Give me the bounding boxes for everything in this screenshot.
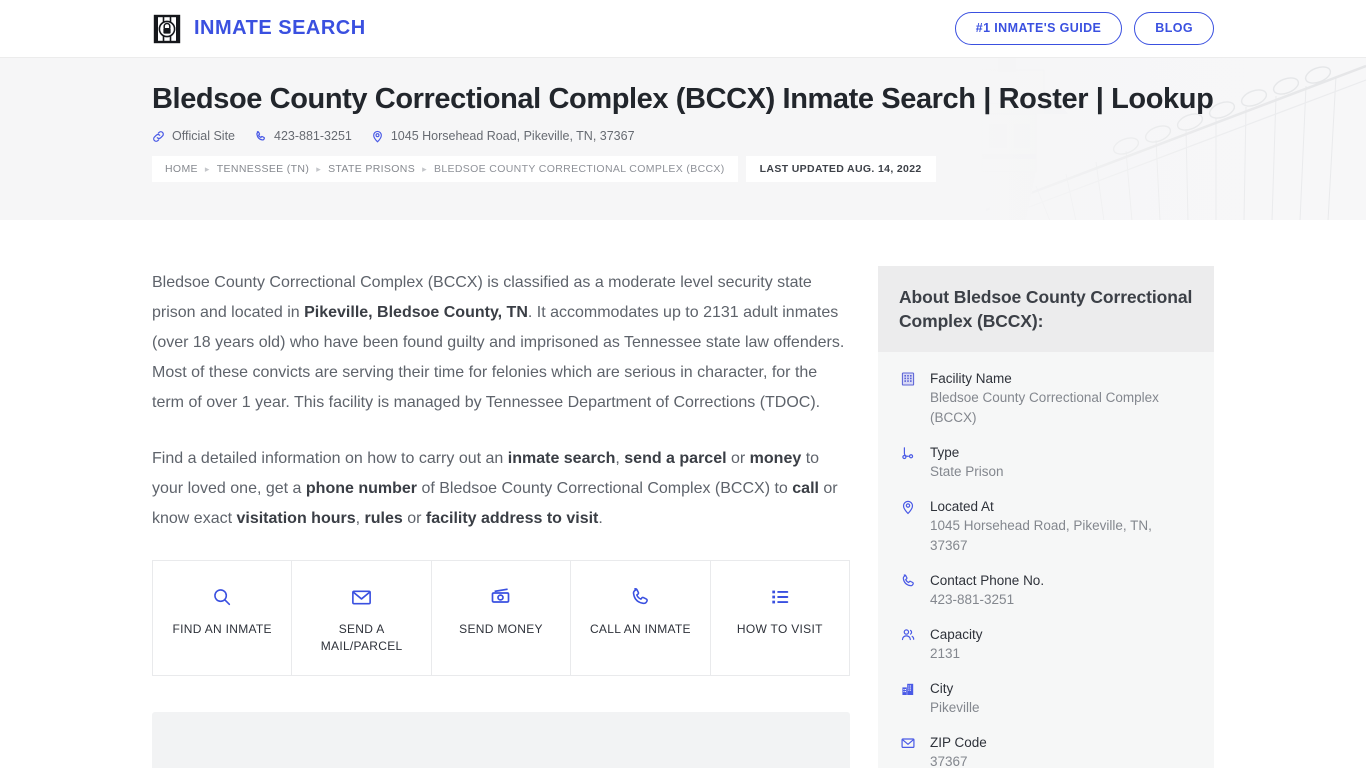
official-site-label: Official Site [172,129,235,144]
facility-phone[interactable]: 423-881-3251 [254,129,352,143]
fact-label: City [930,681,954,696]
quick-actions-strip: FIND AN INMATE SEND A MAIL/PARCEL SEND M… [152,560,850,676]
fact-label: Type [930,445,960,460]
fact-value: 1045 Horsehead Road, Pikeville, TN, 3736… [930,518,1152,553]
map-pin-icon [899,497,917,515]
fact-value: 2131 [930,646,961,661]
official-site-link[interactable]: Official Site [152,129,235,143]
breadcrumb-separator-icon: ▸ [204,163,210,174]
facility-address-label: 1045 Horsehead Road, Pikeville, TN, 3736… [390,129,635,144]
action-how-to-visit[interactable]: HOW TO VISIT [710,561,850,675]
next-section-placeholder [152,712,850,768]
action-send-a-mail-parcel[interactable]: SEND A MAIL/PARCEL [292,561,432,675]
inmates-guide-button[interactable]: #1 INMATE'S GUIDE [954,12,1123,45]
money-icon [440,583,562,611]
fact-capacity: Capacity 2131 [899,625,1193,664]
map-pin-icon [371,130,384,143]
action-label: FIND AN INMATE [172,622,272,636]
building-grid-icon [899,369,917,387]
fact-label: ZIP Code [930,735,987,750]
page-body: Bledsoe County Correctional Complex (BCC… [0,220,1366,768]
prison-window-lock-icon [152,14,182,44]
action-call-an-inmate[interactable]: CALL AN INMATE [571,561,711,675]
fact-zip-code: ZIP Code 37367 [899,733,1193,768]
breadcrumb-separator-icon: ▸ [422,163,427,174]
about-facility-panel: About Bledsoe County Correctional Comple… [878,266,1214,768]
list-icon [719,583,841,611]
phone-icon [899,571,917,589]
services-intro-paragraph: Find a detailed information on how to ca… [152,450,838,527]
phone-icon [579,583,701,611]
breadcrumb-separator-icon: ▸ [316,163,322,174]
action-label: HOW TO VISIT [736,622,823,636]
about-facility-panel-header: About Bledsoe County Correctional Comple… [878,266,1214,352]
link-icon [152,130,165,143]
breadcrumb-item-current: BLEDSOE COUNTY CORRECTIONAL COMPLEX (BCC… [433,163,725,176]
about-facility-title: About Bledsoe County Correctional Comple… [899,287,1193,331]
page-title: Bledsoe County Correctional Complex (BCC… [152,83,1214,115]
action-find-an-inmate[interactable]: FIND AN INMATE [153,561,293,675]
main-content-column: Bledsoe County Correctional Complex (BCC… [152,220,850,768]
brand-name: INMATE SEARCH [194,17,366,39]
fact-value: 37367 [930,754,968,768]
breadcrumb-item-home[interactable]: HOME [165,163,198,175]
last-updated-badge: LAST UPDATED AUG. 14, 2022 [745,156,936,183]
hero-section: Bledsoe County Correctional Complex (BCC… [0,57,1366,220]
city-icon [899,679,917,697]
about-facility-fact-list: Facility Name Bledsoe County Correctiona… [878,352,1214,768]
nav-action-group: #1 INMATE'S GUIDE BLOG [954,12,1214,45]
top-navigation-bar: INMATE SEARCH #1 INMATE'S GUIDE BLOG [0,0,1366,57]
fact-value: Bledsoe County Correctional Complex (BCC… [930,390,1159,425]
breadcrumb: HOME ▸ TENNESSEE (TN) ▸ STATE PRISONS ▸ … [152,156,738,183]
fact-label: Located At [930,499,994,514]
facility-description-paragraph: Bledsoe County Correctional Complex (BCC… [152,274,845,411]
envelope-icon [899,733,917,751]
envelope-icon [300,583,422,611]
breadcrumb-row: HOME ▸ TENNESSEE (TN) ▸ STATE PRISONS ▸ … [152,156,1214,183]
fact-contact-phone: Contact Phone No. 423-881-3251 [899,571,1193,610]
action-label: SEND MONEY [459,622,543,636]
fact-city: City Pikeville [899,679,1193,718]
fact-facility-name: Facility Name Bledsoe County Correctiona… [899,369,1193,428]
fact-label: Capacity [930,627,983,642]
phone-icon [254,130,267,143]
fact-located-at: Located At 1045 Horsehead Road, Pikevill… [899,497,1193,556]
breadcrumb-item-state-prisons[interactable]: STATE PRISONS [328,163,415,175]
fact-type: Type State Prison [899,443,1193,482]
action-send-money[interactable]: SEND MONEY [431,561,572,675]
fact-label: Contact Phone No. [930,573,1045,588]
brand-logo-link[interactable]: INMATE SEARCH [152,14,366,44]
search-icon [161,583,283,611]
fact-value: State Prison [930,464,1004,479]
people-icon [899,625,917,643]
breadcrumb-item-tennessee[interactable]: TENNESSEE (TN) [217,163,309,175]
branch-icon [899,443,917,461]
facility-address[interactable]: 1045 Horsehead Road, Pikeville, TN, 3736… [371,129,635,143]
blog-button[interactable]: BLOG [1134,12,1214,45]
fact-label: Facility Name [930,371,1012,386]
fact-value: 423-881-3251 [930,592,1015,607]
fact-value: Pikeville [930,700,980,715]
action-label: CALL AN INMATE [589,622,691,636]
facility-phone-label: 423-881-3251 [274,129,352,144]
action-label: SEND A MAIL/PARCEL [320,622,403,653]
facility-meta-row: Official Site 423-881-3251 1045 Horsehea… [152,129,1214,143]
sidebar-column: About Bledsoe County Correctional Comple… [878,220,1214,768]
